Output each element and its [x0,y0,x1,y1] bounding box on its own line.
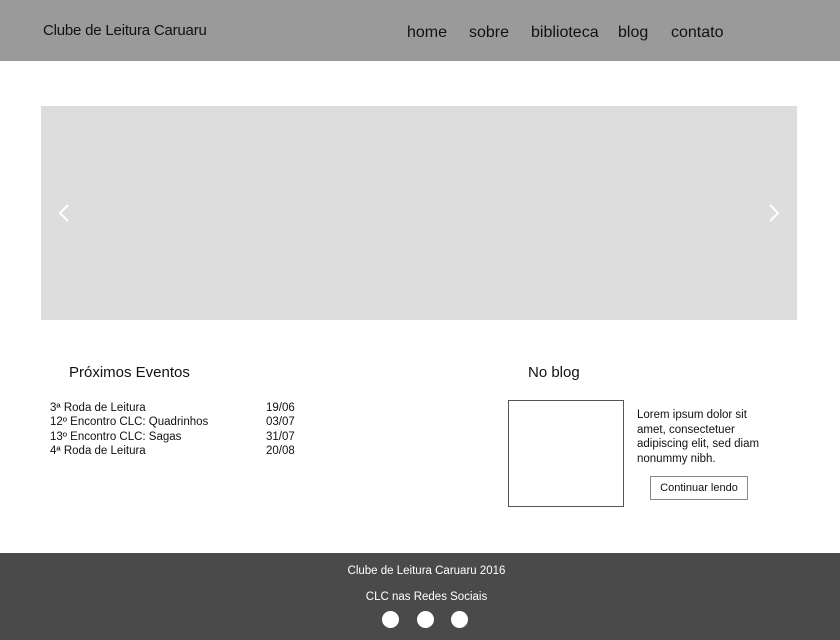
event-name: 12º Encontro CLC: Quadrinhos [50,416,209,429]
footer-social-label: CLC nas Redes Sociais [365,591,488,603]
blog-post-excerpt: Lorem ipsum dolor sit amet, consectetuer… [637,409,760,465]
event-date: 20/08 [266,445,295,458]
nav-item-blog[interactable]: blog [618,24,648,42]
event-row[interactable]: 3ª Roda de Leitura 19/06 [50,401,310,415]
chevron-left-icon [58,204,69,222]
events-title: Próximos Eventos [69,364,190,381]
chevron-right-icon [769,204,780,222]
event-date: 03/07 [266,416,295,429]
site-title[interactable]: Clube de Leitura Caruaru [43,22,207,39]
blog-title: No blog [528,364,580,381]
event-row[interactable]: 13º Encontro CLC: Sagas 31/07 [50,430,310,444]
footer-copyright: Clube de Leitura Caruaru 2016 [347,565,506,577]
event-name: 3ª Roda de Leitura [50,402,146,414]
event-row[interactable]: 4ª Roda de Leitura 20/08 [50,444,310,458]
event-row[interactable]: 12º Encontro CLC: Quadrinhos 03/07 [50,415,310,429]
nav-item-contato[interactable]: contato [671,24,723,42]
social-icon[interactable] [451,611,468,628]
blog-post-thumbnail[interactable] [508,400,624,507]
event-date: 19/06 [266,402,295,414]
event-date: 31/07 [266,430,295,443]
carousel-prev-button[interactable] [56,202,72,224]
site-header: Clube de Leitura Caruaru home sobre bibl… [0,0,840,61]
nav-item-sobre[interactable]: sobre [469,24,509,42]
events-list: 3ª Roda de Leitura 19/06 12º Encontro CL… [50,401,310,459]
social-icon[interactable] [417,611,434,628]
event-name: 4ª Roda de Leitura [50,445,146,458]
continue-reading-button[interactable]: Continuar lendo [650,476,748,500]
social-icon[interactable] [382,611,399,628]
carousel-next-button[interactable] [766,202,782,224]
image-carousel[interactable] [41,106,797,320]
event-name: 13º Encontro CLC: Sagas [50,430,182,443]
nav-item-biblioteca[interactable]: biblioteca [531,24,599,42]
site-footer: Clube de Leitura Caruaru 2016 CLC nas Re… [0,553,840,640]
nav-item-home[interactable]: home [407,24,447,42]
